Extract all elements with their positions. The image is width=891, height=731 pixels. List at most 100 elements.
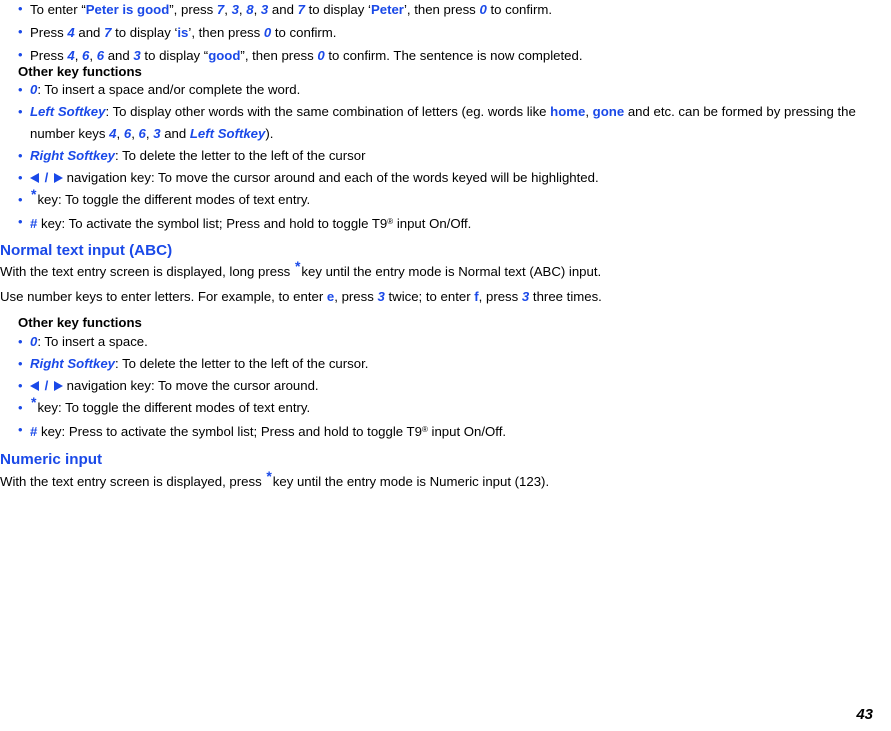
list-item: Right Softkey: To delete the letter to t… [0,145,891,167]
list-item: # key: To activate the symbol list; Pres… [0,211,891,235]
list-item: # key: Press to activate the symbol list… [0,419,891,443]
body-text: : To insert a space. [37,334,148,349]
key-reference: Right Softkey [30,148,115,163]
separator-slash: / [41,378,52,393]
body-text: to confirm. [486,2,553,17]
body-text: key: To toggle the different modes of te… [37,192,311,207]
body-text: navigation key: To move the cursor aroun… [63,378,319,393]
key-reference: 4 [67,48,75,63]
numeric-input-paragraph: With the text entry screen is displayed,… [0,468,550,489]
body-text: key until the entry mode is Normal text … [301,264,602,279]
t9-steps-list: To enter “Peter is good”, press 7, 3, 8,… [0,0,891,67]
body-text: , [74,48,83,63]
key-reference: 6 [96,48,105,63]
body-text: With the text entry screen is displayed,… [0,264,294,279]
body-text: Press [30,48,68,63]
list-item: Left Softkey: To display other words wit… [0,101,891,145]
emphasis-text: gone [592,104,625,119]
body-text: and [160,126,190,141]
body-text: , [224,2,232,17]
key-reference: 0 [479,2,487,17]
key-reference: 0 [317,48,325,63]
emphasis-text: good [208,48,241,63]
body-text: : To delete the letter to the left of th… [115,356,369,371]
list-item: Press 4 and 7 to display ‘is’, then pres… [0,21,891,44]
key-reference: Right Softkey [30,356,115,371]
body-text: : To display other words with the same c… [105,104,551,119]
other-key-functions-heading-2: Other key functions [18,315,142,330]
body-text: key: Press to activate the symbol list; … [37,424,422,439]
body-text: key: To toggle the different modes of te… [37,400,311,415]
body-text: , press [478,289,522,304]
manual-page: To enter “Peter is good”, press 7, 3, 8,… [0,0,891,731]
emphasis-text: home [550,104,586,119]
body-text: With the text entry screen is displayed,… [0,474,266,489]
key-reference: Left Softkey [189,126,266,141]
list-item: To enter “Peter is good”, press 7, 3, 8,… [0,0,891,21]
body-text: and [268,2,298,17]
list-item: / navigation key: To move the cursor aro… [0,167,891,189]
body-text: to display “ [140,48,209,63]
emphasis-text: Peter is good [85,2,170,17]
left-arrow-icon [30,173,39,183]
separator-slash: / [41,170,52,185]
body-text: ). [265,126,274,141]
body-text: ’, then press [403,2,480,17]
body-text: key until the entry mode is Numeric inpu… [272,474,550,489]
body-text: to confirm. The sentence is now complete… [324,48,583,63]
section-heading-normal-text-input: Normal text input (ABC) [0,242,173,259]
key-reference: 3 [377,289,385,304]
body-text: To enter “ [30,2,86,17]
body-text: input On/Off. [393,216,472,231]
body-text: Press [30,25,68,40]
key-reference: 3 [153,126,161,141]
list-item: Right Softkey: To delete the letter to t… [0,353,891,375]
left-arrow-icon [30,381,39,391]
other-key-functions-list-2: 0: To insert a space.Right Softkey: To d… [0,331,891,443]
body-text: , [131,126,139,141]
body-text: three times. [529,289,602,304]
emphasis-text: Peter [370,2,404,17]
body-text: ”, then press [240,48,318,63]
key-reference: 7 [297,2,305,17]
body-text: key: To activate the symbol list; Press … [37,216,388,231]
list-item: / navigation key: To move the cursor aro… [0,375,891,397]
body-text: : To delete the letter to the left of th… [115,148,366,163]
emphasis-text: is [177,25,189,40]
body-text: Use number keys to enter letters. For ex… [0,289,327,304]
body-text: to display ‘ [111,25,178,40]
list-item: *key: To toggle the different modes of t… [0,395,891,419]
body-text: , [253,2,261,17]
list-item: 0: To insert a space and/or complete the… [0,79,891,101]
key-reference: Left Softkey [30,104,106,119]
key-reference: 4 [67,25,75,40]
right-arrow-icon [54,381,63,391]
body-text: , press [334,289,378,304]
key-reference: 6 [138,126,146,141]
body-text: input On/Off. [427,424,507,439]
body-text: , [116,126,124,141]
key-reference: 4 [109,126,117,141]
other-key-functions-list-1: 0: To insert a space and/or complete the… [0,79,891,235]
body-text: : To insert a space and/or complete the … [37,82,301,97]
key-reference: 8 [246,2,254,17]
right-arrow-icon [54,173,63,183]
body-text: to confirm. [271,25,337,40]
normal-text-input-paragraph-1: With the text entry screen is displayed,… [0,258,602,279]
key-reference: 3 [231,2,239,17]
page-number: 43 [856,706,873,723]
body-text: navigation key: To move the cursor aroun… [63,170,599,185]
body-text: to display ‘ [304,2,371,17]
body-text: and [104,48,134,63]
key-reference: 3 [133,48,141,63]
list-item: *key: To toggle the different modes of t… [0,187,891,211]
normal-text-input-paragraph-2: Use number keys to enter letters. For ex… [0,286,891,307]
section-heading-numeric-input: Numeric input [0,451,103,468]
body-text: ”, press [169,2,217,17]
body-text: ’, then press [188,25,264,40]
body-text: and [74,25,105,40]
list-item: 0: To insert a space. [0,331,891,353]
body-text: , [585,104,593,119]
body-text: twice; to enter [384,289,475,304]
body-text: , [89,48,97,63]
